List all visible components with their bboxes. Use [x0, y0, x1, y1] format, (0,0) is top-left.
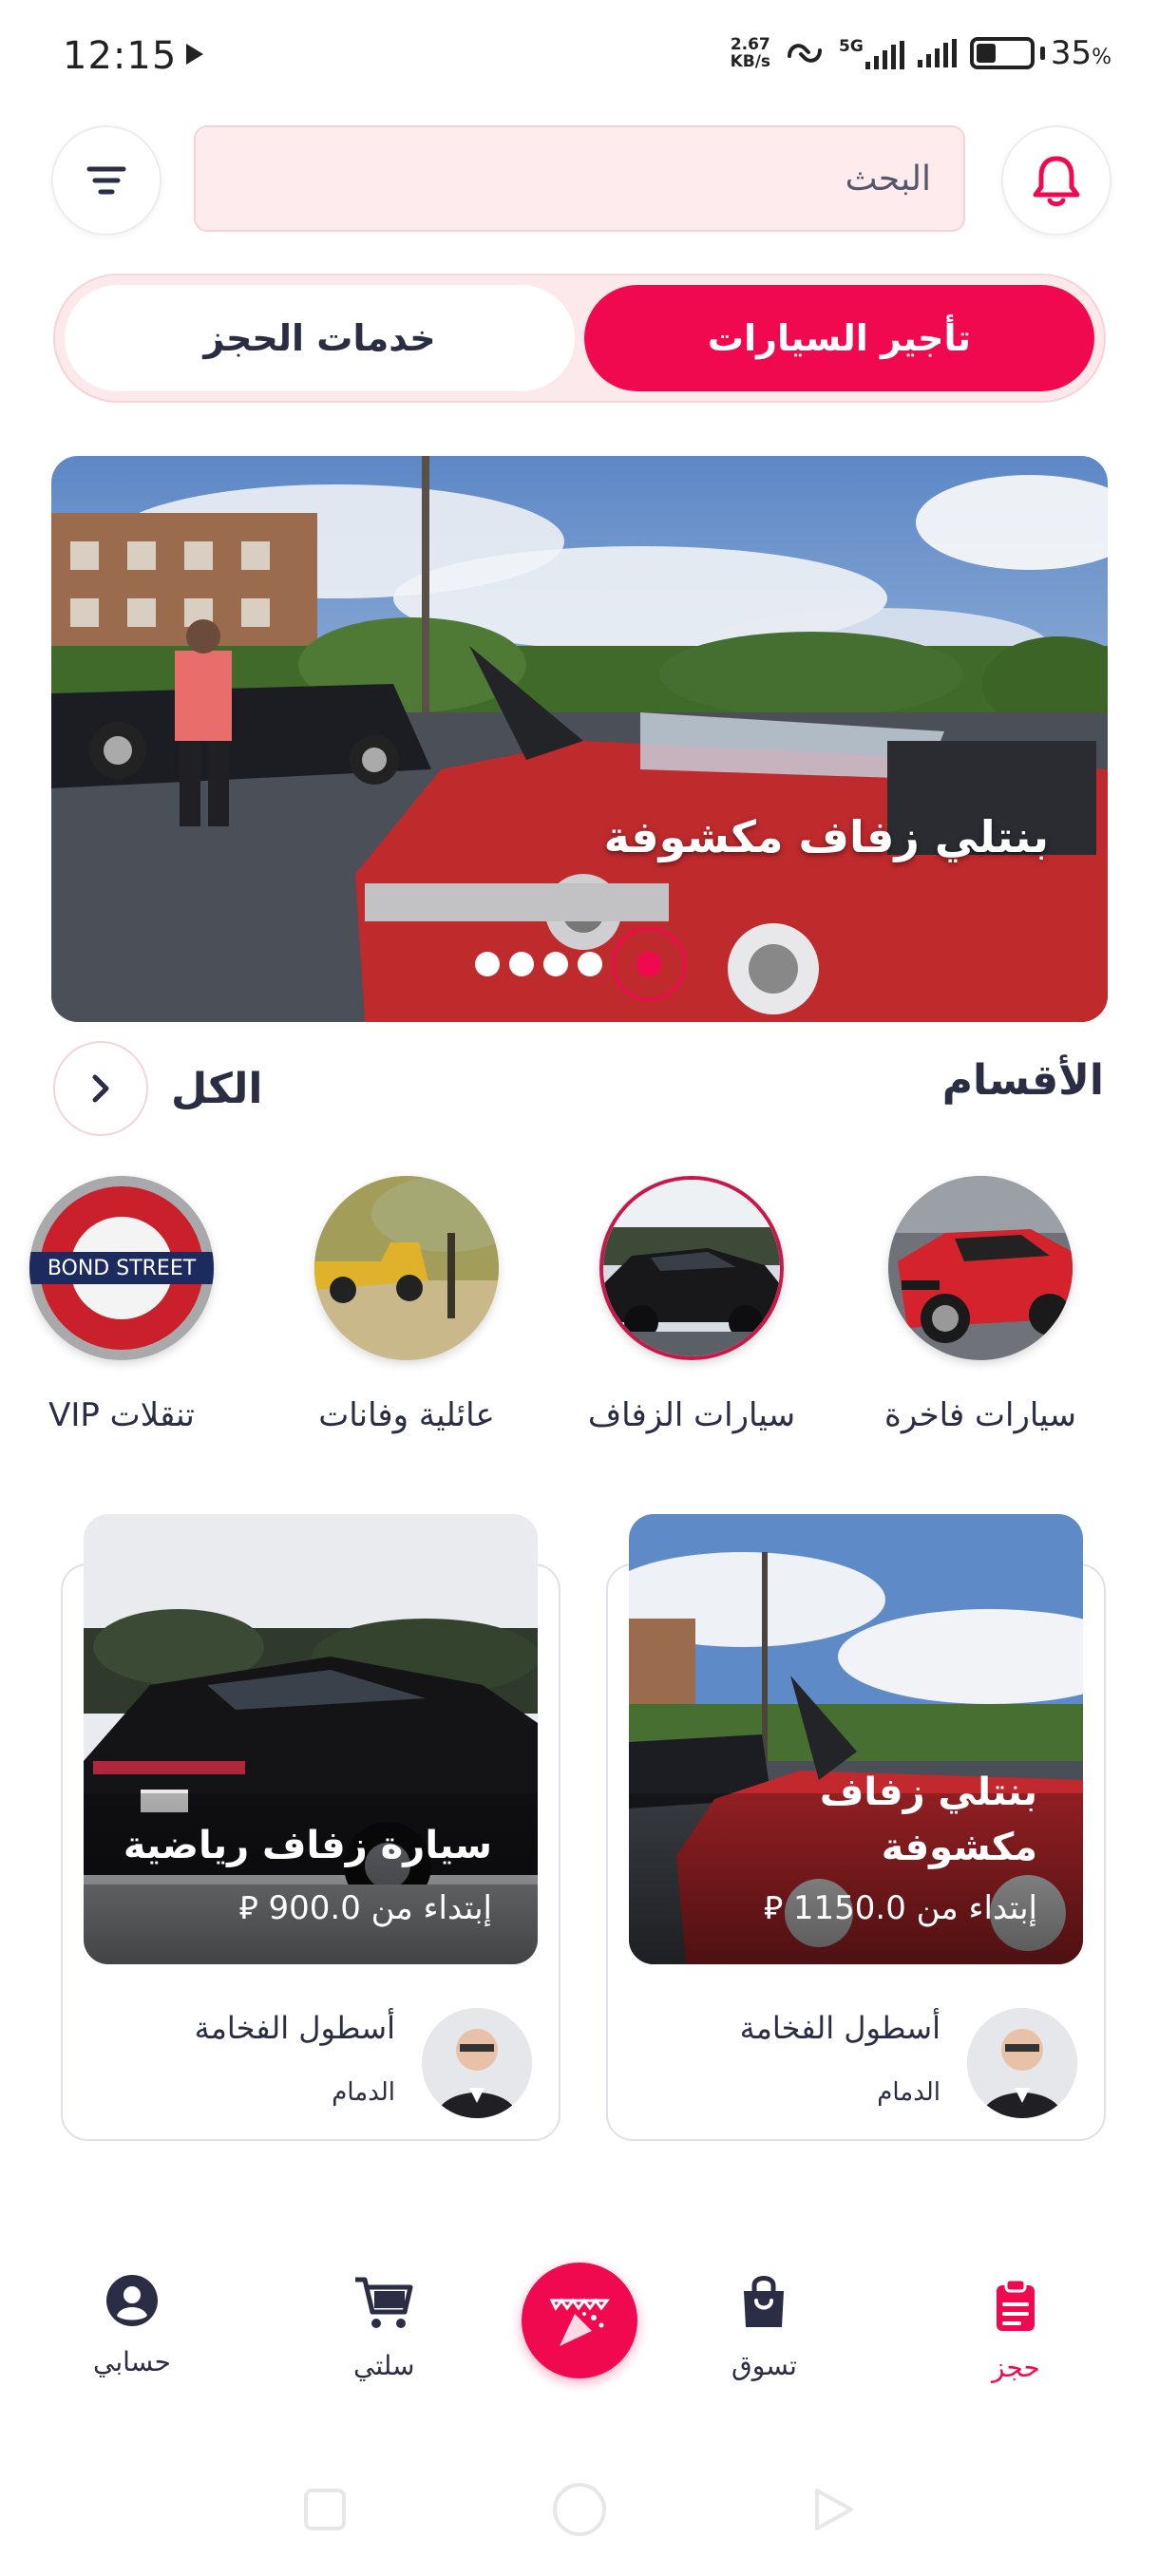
network-type: 5G: [839, 37, 864, 56]
battery-indicator: 35%: [969, 34, 1112, 72]
carousel-dots: [475, 927, 686, 1001]
network-speed-value: 2.67: [730, 35, 770, 54]
home-icon[interactable]: [553, 2483, 606, 2536]
category-luxury-cars[interactable]: سيارات فاخرة: [847, 1176, 1113, 1434]
categories-title: الأقسام: [941, 1056, 1104, 1105]
search-box[interactable]: [194, 125, 965, 232]
battery-icon: [969, 37, 1035, 69]
see-all-link[interactable]: الكل: [53, 1041, 262, 1136]
vendor-avatar: [967, 2008, 1077, 2118]
carousel-dot[interactable]: [475, 952, 500, 976]
status-indicators: 2.67 KB/s 5G 35%: [731, 34, 1112, 72]
hero-title: بنتلي زفاف مكشوفة: [603, 811, 1049, 862]
product-card[interactable]: سيارة زفاف رياضية إبتداء من 900.0 ⃁ أسطو…: [61, 1514, 560, 2141]
product-card[interactable]: بنتلي زفاف مكشوفة إبتداء من 1150.0 ⃁ أسط…: [606, 1514, 1106, 2141]
system-navigation-bar: [304, 2483, 853, 2536]
category-label: عائلية وفانات: [318, 1396, 495, 1434]
vendor-city: الدمام: [877, 2078, 940, 2107]
category-label: سيارات الزفاف: [587, 1396, 796, 1434]
product-title: سيارة زفاف رياضية: [123, 1824, 492, 1867]
link-icon: [788, 44, 823, 63]
nav-item-cart[interactable]: سلتي: [353, 2274, 415, 2381]
nav-item-account[interactable]: حسابي: [93, 2274, 171, 2377]
black-sedan-photo: [599, 1176, 784, 1360]
red-sports-car-photo: [888, 1176, 1073, 1360]
product-image: سيارة زفاف رياضية إبتداء من 900.0 ⃁: [84, 1514, 538, 1964]
vendor-name: أسطول الفخامة: [194, 2010, 395, 2046]
status-time: 12:15: [63, 34, 178, 78]
carousel-dot[interactable]: [509, 952, 534, 976]
svg-text:BOND STREET: BOND STREET: [48, 1257, 197, 1280]
product-price: إبتداء من 1150.0 ⃁: [764, 1886, 1037, 1928]
price-prefix: إبتداء من: [916, 1889, 1037, 1927]
vendor-avatar: [422, 2008, 532, 2118]
clipboard-icon: [997, 2278, 1036, 2331]
category-vip-transfers[interactable]: BOND STREET تنقلات VIP: [0, 1176, 255, 1434]
product-image: بنتلي زفاف مكشوفة إبتداء من 1150.0 ⃁: [629, 1514, 1083, 1964]
chevron-right-icon: [92, 1074, 109, 1103]
price-value: 1150.0: [792, 1889, 906, 1927]
see-all-label: الكل: [171, 1064, 263, 1113]
nav-item-shop[interactable]: تسوق: [732, 2274, 797, 2381]
carousel-dot[interactable]: [543, 952, 568, 976]
search-input[interactable]: [196, 159, 931, 199]
currency-symbol: ⃁: [238, 1889, 258, 1927]
network-speed-unit: KB/s: [730, 52, 771, 71]
carousel-dot-active[interactable]: [612, 927, 686, 1001]
category-label: سيارات فاخرة: [884, 1396, 1076, 1434]
tab-booking-services[interactable]: خدمات الحجز: [65, 285, 575, 391]
signal-strength-2-icon: [917, 39, 957, 67]
nav-label: حجز: [992, 2352, 1040, 2383]
battery-percent-sign: %: [1092, 46, 1112, 69]
notifications-button[interactable]: [1001, 125, 1112, 236]
nav-label: تسوق: [732, 2350, 797, 2381]
filter-icon: [86, 166, 126, 195]
yellow-pickup-photo: [314, 1176, 499, 1360]
product-title: بنتلي زفاف مكشوفة: [819, 1771, 1037, 1869]
category-family-vans[interactable]: عائلية وفانات: [274, 1176, 540, 1434]
nav-item-booking[interactable]: حجز: [992, 2278, 1040, 2383]
vendor-city: الدمام: [332, 2078, 395, 2107]
bell-icon: [1033, 156, 1080, 207]
recent-apps-icon[interactable]: [304, 2489, 346, 2530]
signal-strength-icon: [864, 41, 904, 69]
account-icon: [105, 2275, 158, 2326]
category-wedding-cars[interactable]: سيارات الزفاف: [559, 1176, 825, 1434]
bond-street-sign-photo: BOND STREET: [29, 1176, 214, 1360]
status-bar: 12:15 2.67 KB/s 5G 35%: [0, 0, 1159, 104]
cart-icon: [355, 2277, 413, 2328]
price-prefix: إبتداء من: [370, 1889, 492, 1927]
service-tabs: خدمات الحجز تأجير السيارات: [53, 274, 1106, 403]
currency-symbol: ⃁: [763, 1889, 784, 1927]
nav-label: حسابي: [93, 2346, 171, 2377]
center-action-button[interactable]: [522, 2263, 637, 2378]
filter-button[interactable]: [51, 125, 162, 236]
party-popper-icon: [549, 2298, 610, 2346]
price-value: 900.0: [268, 1889, 361, 1927]
media-play-icon: [186, 44, 203, 65]
carousel-dot[interactable]: [578, 952, 602, 976]
back-icon[interactable]: [815, 2489, 853, 2530]
battery-percent: 35: [1050, 34, 1092, 72]
shopping-bag-icon: [744, 2276, 785, 2327]
hero-banner[interactable]: بنتلي زفاف مكشوفة: [51, 456, 1108, 1022]
see-all-button[interactable]: [53, 1041, 148, 1136]
product-price: إبتداء من 900.0 ⃁: [238, 1886, 492, 1928]
vendor-name: أسطول الفخامة: [739, 2010, 940, 2046]
network-speed: 2.67 KB/s: [731, 36, 770, 70]
category-label: تنقلات VIP: [48, 1396, 195, 1434]
tab-car-rental[interactable]: تأجير السيارات: [584, 285, 1094, 391]
nav-label: سلتي: [353, 2350, 415, 2381]
